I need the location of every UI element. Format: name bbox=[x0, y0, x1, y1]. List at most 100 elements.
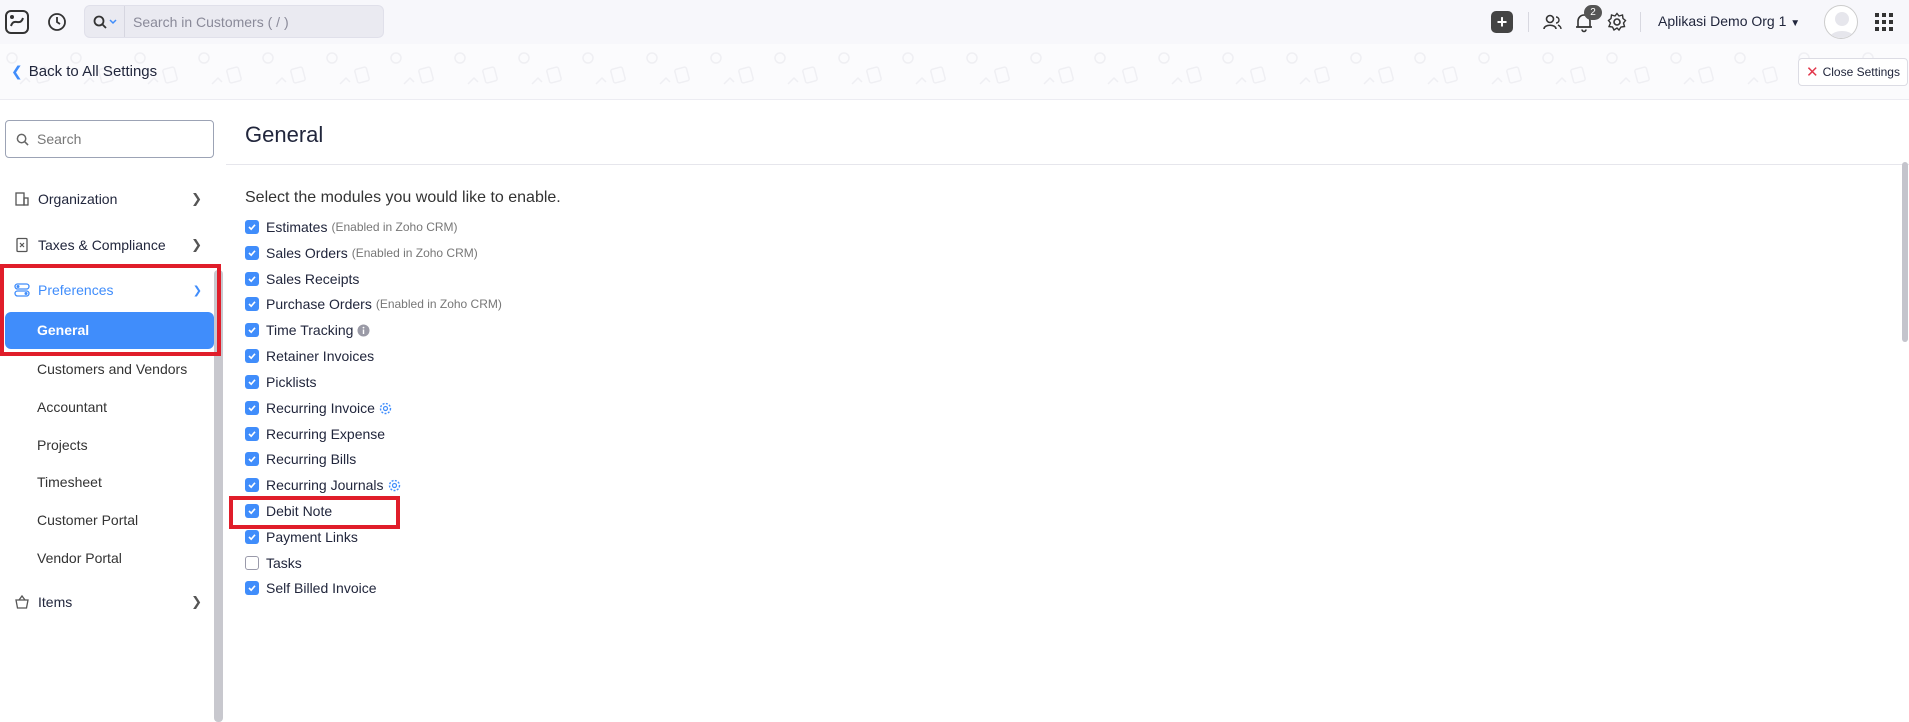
search-icon bbox=[93, 15, 107, 29]
global-search[interactable] bbox=[84, 5, 384, 38]
search-icon bbox=[16, 133, 29, 146]
settings-sidebar: Organization ❯ Taxes & Compliance ❯ Pref… bbox=[0, 100, 226, 722]
sidebar-subitem-customer-portal[interactable]: Customer Portal bbox=[37, 512, 138, 528]
search-scope-dropdown[interactable] bbox=[85, 6, 125, 37]
back-label: Back to All Settings bbox=[28, 63, 158, 80]
sidebar-search-input[interactable] bbox=[37, 131, 197, 147]
close-settings-button[interactable]: ✕ Close Settings bbox=[1798, 58, 1908, 86]
module-picklists[interactable]: Picklists bbox=[245, 372, 317, 392]
checkbox-checked-icon[interactable] bbox=[245, 246, 259, 260]
avatar[interactable] bbox=[1824, 5, 1858, 39]
highlight-box-debit-note bbox=[229, 496, 400, 529]
module-recurring-invoice[interactable]: Recurring Invoice bbox=[245, 398, 392, 418]
chevron-right-icon: ❯ bbox=[191, 191, 202, 206]
module-estimates[interactable]: Estimates (Enabled in Zoho CRM) bbox=[245, 217, 458, 237]
module-recurring-journals[interactable]: Recurring Journals bbox=[245, 475, 401, 495]
modules-prompt: Select the modules you would like to ena… bbox=[245, 189, 561, 206]
module-label: Payment Links bbox=[266, 529, 358, 545]
checkbox-checked-icon[interactable] bbox=[245, 401, 259, 415]
main-content: General Select the modules you would lik… bbox=[226, 100, 1909, 622]
module-recurring-bills[interactable]: Recurring Bills bbox=[245, 449, 356, 469]
module-label: Recurring Expense bbox=[266, 426, 386, 442]
module-note: (Enabled in Zoho CRM) bbox=[375, 297, 502, 311]
checkbox-checked-icon[interactable] bbox=[245, 375, 259, 389]
close-settings-label: Close Settings bbox=[1822, 65, 1900, 79]
sidebar-item-organization[interactable]: Organization ❯ bbox=[0, 179, 212, 219]
checkbox-checked-icon[interactable] bbox=[245, 427, 259, 441]
gear-icon[interactable] bbox=[379, 402, 392, 415]
module-sales-orders[interactable]: Sales Orders (Enabled in Zoho CRM) bbox=[245, 243, 478, 263]
chevron-left-icon: ❮ bbox=[11, 63, 23, 79]
chevron-down-icon bbox=[108, 18, 117, 24]
chevron-down-icon: ▼ bbox=[1790, 18, 1801, 29]
module-label: Recurring Bills bbox=[266, 451, 357, 467]
module-note: (Enabled in Zoho CRM) bbox=[331, 220, 458, 234]
module-label: Recurring Journals bbox=[266, 477, 384, 493]
sidebar-item-taxes[interactable]: Taxes & Compliance ❯ bbox=[0, 225, 212, 265]
back-to-settings-link[interactable]: ❮ Back to All Settings bbox=[11, 63, 157, 80]
divider bbox=[1528, 12, 1529, 32]
module-time-tracking[interactable]: Time Tracking bbox=[245, 320, 370, 340]
module-label: Estimates bbox=[266, 219, 328, 235]
module-label: Time Tracking bbox=[266, 322, 354, 338]
module-payment-links[interactable]: Payment Links bbox=[245, 527, 358, 547]
module-recurring-expense[interactable]: Recurring Expense bbox=[245, 424, 385, 444]
gear-icon[interactable] bbox=[1606, 11, 1628, 33]
history-icon[interactable] bbox=[46, 11, 68, 33]
checkbox-checked-icon[interactable] bbox=[245, 323, 259, 337]
quick-create-button[interactable]: + bbox=[1491, 11, 1513, 33]
org-name: Aplikasi Demo Org 1 bbox=[1658, 13, 1787, 29]
sidebar-item-label: Taxes & Compliance bbox=[38, 237, 166, 253]
building-icon bbox=[15, 192, 29, 206]
checkbox-checked-icon[interactable] bbox=[245, 452, 259, 466]
module-label: Recurring Invoice bbox=[266, 400, 375, 416]
checkbox-checked-icon[interactable] bbox=[245, 530, 259, 544]
app-logo-icon[interactable] bbox=[4, 9, 30, 35]
module-purchase-orders[interactable]: Purchase Orders (Enabled in Zoho CRM) bbox=[245, 294, 502, 314]
module-label: Tasks bbox=[266, 555, 302, 571]
module-label: Sales Orders bbox=[266, 245, 348, 261]
module-label: Picklists bbox=[266, 374, 317, 390]
module-label: Sales Receipts bbox=[266, 271, 360, 287]
checkbox-checked-icon[interactable] bbox=[245, 581, 259, 595]
checkbox-checked-icon[interactable] bbox=[245, 220, 259, 234]
tax-doc-icon bbox=[16, 237, 28, 253]
module-sales-receipts[interactable]: Sales Receipts bbox=[245, 269, 359, 289]
checkbox-checked-icon[interactable] bbox=[245, 272, 259, 286]
module-self-billed-invoice[interactable]: Self Billed Invoice bbox=[245, 578, 377, 598]
module-tasks[interactable]: Tasks bbox=[245, 553, 302, 573]
module-retainer-invoices[interactable]: Retainer Invoices bbox=[245, 346, 374, 366]
module-label: Purchase Orders bbox=[266, 296, 372, 312]
checkbox-checked-icon[interactable] bbox=[245, 297, 259, 311]
highlight-box-preferences bbox=[0, 264, 221, 356]
sidebar-subitem-customers-vendors[interactable]: Customers and Vendors bbox=[37, 361, 187, 377]
main-scrollbar[interactable] bbox=[1902, 162, 1908, 342]
sidebar-item-items[interactable]: Items ❯ bbox=[0, 582, 212, 622]
divider bbox=[1640, 12, 1641, 32]
sidebar-item-label: Organization bbox=[38, 191, 118, 207]
basket-icon bbox=[15, 594, 29, 609]
checkbox-checked-icon[interactable] bbox=[245, 478, 259, 492]
gear-icon[interactable] bbox=[388, 479, 401, 492]
apps-grid-icon[interactable] bbox=[1875, 13, 1893, 31]
global-search-input[interactable] bbox=[125, 13, 375, 30]
checkbox-checked-icon[interactable] bbox=[245, 349, 259, 363]
settings-header: ❮ Back to All Settings ✕ Close Settings bbox=[0, 44, 1909, 100]
sidebar-search[interactable] bbox=[5, 120, 214, 158]
page-title: General bbox=[245, 122, 324, 147]
sidebar-subitem-timesheet[interactable]: Timesheet bbox=[37, 474, 102, 490]
checkbox-unchecked-icon[interactable] bbox=[245, 556, 259, 570]
decorative-pattern bbox=[0, 44, 1909, 99]
info-icon[interactable] bbox=[357, 324, 370, 337]
divider bbox=[226, 164, 1909, 165]
module-note: (Enabled in Zoho CRM) bbox=[351, 246, 478, 260]
sidebar-subitem-projects[interactable]: Projects bbox=[37, 437, 88, 453]
sidebar-subitem-accountant[interactable]: Accountant bbox=[37, 399, 107, 415]
sidebar-subitem-vendor-portal[interactable]: Vendor Portal bbox=[37, 550, 122, 566]
users-icon[interactable] bbox=[1541, 11, 1563, 33]
top-bar: + 2 Aplikasi Demo Org 1 ▼ bbox=[0, 0, 1909, 44]
module-label: Retainer Invoices bbox=[266, 348, 375, 364]
org-switcher[interactable]: Aplikasi Demo Org 1 ▼ bbox=[1658, 13, 1800, 29]
chevron-right-icon: ❯ bbox=[191, 237, 202, 252]
module-label: Self Billed Invoice bbox=[266, 580, 377, 596]
